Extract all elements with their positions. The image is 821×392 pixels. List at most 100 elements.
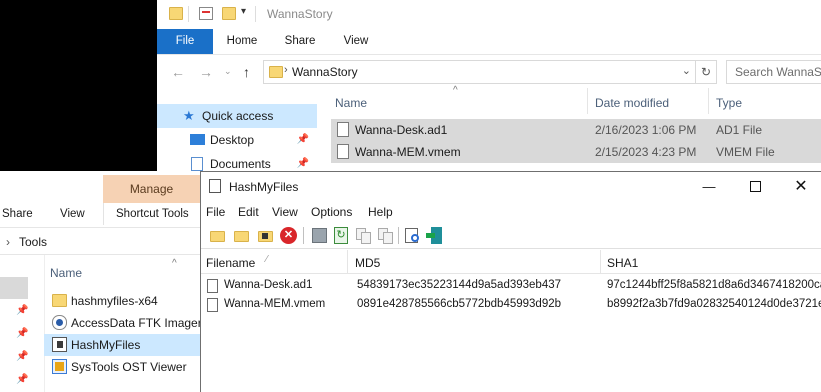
file-icon [337,122,349,137]
breadcrumb[interactable]: WannaStory [292,65,358,79]
column-header-type[interactable]: Type [716,96,742,110]
tab-shortcut-tools[interactable]: Shortcut Tools [116,208,189,220]
sort-chevron-icon[interactable]: ^ [172,258,177,269]
file-row[interactable]: Wanna-Desk.ad1 2/16/2023 1:06 PM AD1 Fil… [331,119,821,141]
properties-icon[interactable] [199,7,213,20]
save-icon[interactable] [311,227,328,244]
explorer-window-tools: Manage Share View Shortcut Tools › Tools… [0,171,202,392]
table-row[interactable]: Wanna-MEM.vmem 0891e428785566cb5772bdb45… [201,296,821,315]
refresh-icon[interactable]: ↻ [333,227,350,244]
divider [255,6,256,22]
menu-options[interactable]: Options [311,205,352,219]
exit-icon[interactable] [426,227,443,244]
desktop-icon [190,134,205,145]
address-field[interactable]: › WannaStory ⌄ [263,60,696,84]
back-arrow-icon[interactable]: ← [171,64,185,80]
breadcrumb-separator-icon: › [284,64,288,76]
column-header-name[interactable]: Name [335,96,367,110]
folder-icon [269,66,283,78]
navigation-pane: ★ Quick access Desktop 📌 Documents 📌 [157,88,317,175]
cell-md5: 0891e428785566cb5772bdb45993d92b [357,298,562,310]
column-divider[interactable] [600,250,601,274]
list-item[interactable]: AccessData FTK Imager [44,312,202,334]
search-input[interactable]: Search WannaSt [726,60,821,84]
folder-icon [169,7,183,20]
sort-ascending-icon: ^ [453,85,458,96]
maximize-button[interactable] [732,172,778,202]
pin-icon[interactable]: 📌 [297,128,309,152]
list-item[interactable]: hashmyfiles-x64 [44,290,200,312]
ost-viewer-icon [52,359,67,374]
sort-indicator-icon: ⁄ [266,254,268,265]
item-label: SysTools OST Viewer [71,360,187,374]
cell-filename: Wanna-MEM.vmem [224,298,326,310]
tab-share[interactable]: Share [2,208,33,220]
nav-desktop[interactable]: Desktop 📌 [157,128,317,152]
menu-edit[interactable]: Edit [238,205,259,219]
pin-icon[interactable]: 📌 [16,351,28,362]
pin-icon[interactable]: 📌 [16,374,28,385]
open-folder-icon[interactable] [209,227,226,244]
customize-qa-chevron-icon[interactable]: ▾ [241,6,246,17]
column-divider[interactable] [587,88,588,114]
tab-view[interactable]: View [60,208,85,220]
recent-chevron-icon[interactable]: ⌄ [224,66,232,77]
file-row[interactable]: Wanna-MEM.vmem 2/15/2023 4:23 PM VMEM Fi… [331,141,821,163]
address-bar-row: ← → ⌄ ↑ › WannaStory ⌄ ↻ Search WannaSt [157,54,821,88]
toolbar-separator [303,227,304,244]
delete-icon[interactable]: ✕ [280,227,297,244]
navigation-pane: 📌 📌 📌 📌 [0,255,28,392]
minimize-button[interactable]: — [686,172,732,202]
tab-file[interactable]: File [157,29,213,54]
explorer-window-wannastory: ▾ WannaStory File Home Share View ← → ⌄ … [157,0,821,175]
pin-icon[interactable]: 📌 [16,305,28,316]
item-label: HashMyFiles [71,338,141,352]
table-header: Filename ⁄ MD5 SHA1 [201,250,821,274]
breadcrumb[interactable]: Tools [19,235,47,249]
list-item-selected[interactable]: HashMyFiles [44,334,200,356]
menu-file[interactable]: File [206,205,225,219]
title-bar[interactable]: HashMyFiles — ✕ [201,172,821,202]
address-bar[interactable]: › Tools [0,227,200,255]
column-header-name[interactable]: Name [50,266,82,280]
column-header-sha1[interactable]: SHA1 [607,256,638,270]
file-name: Wanna-Desk.ad1 [355,123,448,137]
add-folder-icon[interactable] [233,227,250,244]
close-button[interactable]: ✕ [778,172,821,202]
tab-home[interactable]: Home [221,29,263,54]
tab-share[interactable]: Share [279,29,321,54]
hashmyfiles-icon [52,337,67,352]
add-wildcard-icon[interactable] [257,227,274,244]
ribbon-tabs: Manage Share View Shortcut Tools [0,175,200,225]
nav-selected-item[interactable] [0,277,28,299]
new-folder-icon[interactable] [222,7,236,20]
file-name: Wanna-MEM.vmem [355,145,461,159]
column-divider[interactable] [347,250,348,274]
item-label: AccessData FTK Imager [71,316,202,330]
properties-icon[interactable] [404,227,421,244]
up-arrow-icon[interactable]: ↑ [243,64,250,80]
menu-view[interactable]: View [272,205,298,219]
column-header-filename[interactable]: Filename [206,256,255,270]
pin-icon[interactable]: 📌 [16,328,28,339]
refresh-icon[interactable]: ↻ [696,60,717,84]
tab-view[interactable]: View [337,29,375,54]
copy-icon[interactable] [355,227,372,244]
list-item[interactable]: SysTools OST Viewer [44,356,200,378]
column-header-date[interactable]: Date modified [595,96,669,110]
menu-help[interactable]: Help [368,205,393,219]
column-header-md5[interactable]: MD5 [355,256,380,270]
window-title: WannaStory [267,7,333,21]
address-dropdown-icon[interactable]: ⌄ [682,64,691,77]
file-date: 2/15/2023 4:23 PM [595,145,697,159]
file-icon [207,298,218,312]
nav-quick-access[interactable]: ★ Quick access [157,104,317,128]
hashmyfiles-window: HashMyFiles — ✕ File Edit View Options H… [200,171,821,392]
cell-md5: 54839173ec35223144d9a5ad393eb437 [357,279,562,291]
copy-hash-icon[interactable] [377,227,394,244]
table-row[interactable]: Wanna-Desk.ad1 54839173ec35223144d9a5ad3… [201,277,821,296]
ribbon-tabs: File Home Share View [157,29,821,54]
column-divider[interactable] [708,88,709,114]
tab-manage[interactable]: Manage [103,175,200,203]
forward-arrow-icon[interactable]: → [199,64,213,80]
